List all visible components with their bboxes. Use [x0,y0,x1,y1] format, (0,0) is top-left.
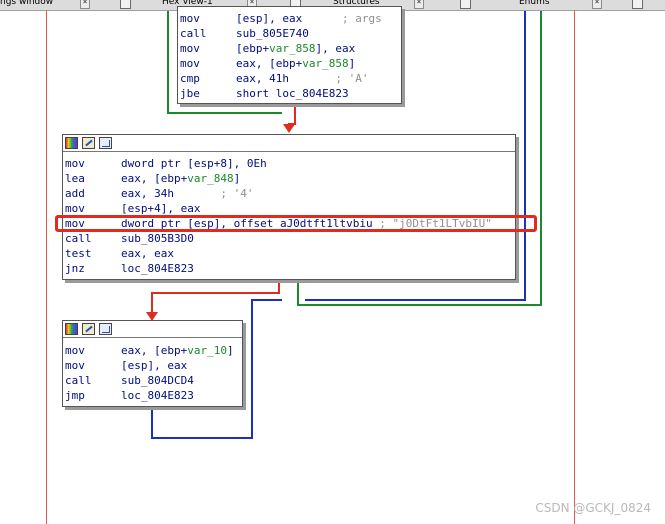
asm-operand: sub_805E740 [236,27,309,40]
asm-mnemonic: jnz [65,262,85,275]
asm-operand: eax, 34h ; '4' [121,187,254,200]
color-palette-icon[interactable] [65,137,78,149]
asm-mnemonic: jmp [65,389,85,402]
asm-operand: eax, [ebp+var_858] [236,57,356,70]
code-block-middle[interactable]: mov dword ptr [esp+8], 0Eh lea eax, [ebp+v… [62,134,516,280]
highlight-annotation [55,215,537,232]
asm-operand: loc_804E823 [121,389,194,402]
asm-operand: loc_804E823 [121,262,194,275]
asm-comment: ; 'A' [335,72,369,85]
asm-mnemonic: test [65,247,92,260]
asm-operand: short loc_804E823 [236,87,349,100]
asm-operand: sub_805B3D0 [121,232,194,245]
asm-operand: sub_804DCD4 [121,374,194,387]
asm-mnemonic: call [180,27,207,40]
asm-operand: eax, [ebp+var_848] [121,172,241,185]
edge-red-left [151,281,280,316]
asm-mnemonic: call [65,374,92,387]
asm-mnemonic: call [65,232,92,245]
asm-mnemonic: mov [65,344,85,357]
asm-mnemonic: add [65,187,85,200]
edit-pencil-icon[interactable] [82,323,95,335]
asm-variable[interactable]: var_10 [187,344,227,357]
asm-mnemonic: mov [65,359,85,372]
asm-mnemonic: mov [65,202,85,215]
graph-view-icon[interactable] [99,323,112,335]
code-block-bottom[interactable]: mov eax, [ebp+var_10] mov [esp], eax call s… [62,320,243,407]
asm-mnemonic: mov [180,42,200,55]
asm-operand: [esp+4], eax [121,202,201,215]
asm-mnemonic: cmp [180,72,200,85]
graph-view-icon[interactable] [99,137,112,149]
asm-comment: ; args [341,12,382,25]
asm-variable[interactable]: var_848 [187,172,233,185]
asm-operand: [esp], eax ; args [236,12,382,25]
block-header [63,321,242,338]
code-block-top[interactable]: mov [esp], eax ; args call sub_805E740 mov… [177,6,402,104]
asm-mnemonic: mov [65,157,85,170]
asm-operand: eax, [ebp+var_10] [121,344,234,357]
edit-pencil-icon[interactable] [82,137,95,149]
asm-variable[interactable]: var_858 [269,42,315,55]
watermark: CSDN @GCKJ_0824 [535,501,651,515]
asm-operand: dword ptr [esp+8], 0Eh [121,157,267,170]
asm-operand: eax, 41h ; 'A' [236,72,369,85]
asm-mnemonic: mov [180,12,200,25]
asm-mnemonic: lea [65,172,85,185]
asm-operand: eax, eax [121,247,174,260]
block-header [63,135,515,152]
arrow-head-red-icon [283,124,295,133]
asm-variable[interactable]: var_858 [302,57,348,70]
color-palette-icon[interactable] [65,323,78,335]
asm-mnemonic: mov [180,57,200,70]
asm-comment: ; '4' [220,187,254,200]
asm-mnemonic: jbe [180,87,200,100]
asm-operand: [ebp+var_858], eax [236,42,356,55]
asm-operand: [esp], eax [121,359,188,372]
